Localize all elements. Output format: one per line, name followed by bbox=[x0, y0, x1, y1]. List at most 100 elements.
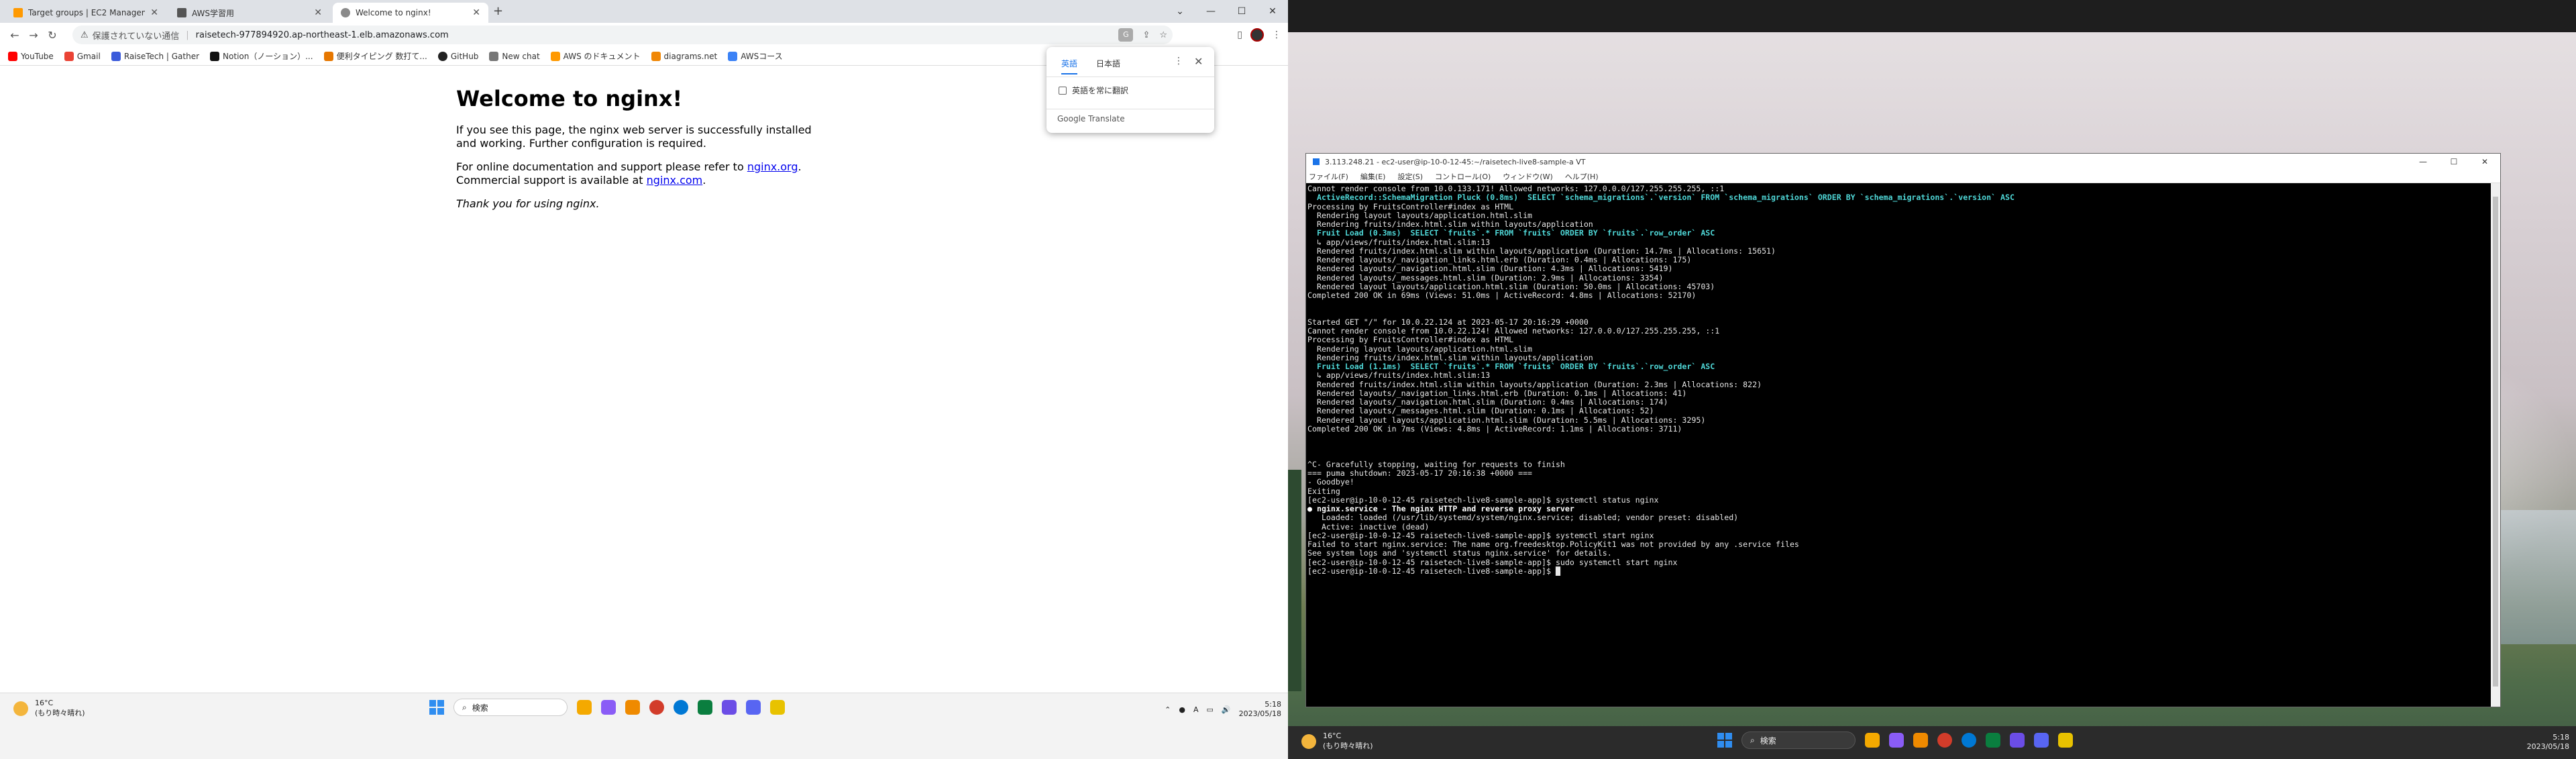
discord-icon[interactable] bbox=[746, 700, 761, 715]
menu-setup[interactable]: 設定(S) bbox=[1397, 171, 1423, 182]
menu-edit[interactable]: 編集(E) bbox=[1360, 171, 1386, 182]
edge-icon[interactable] bbox=[1962, 733, 1976, 748]
teams-icon[interactable] bbox=[1889, 733, 1904, 748]
bookmark-aws-docs[interactable]: AWS のドキュメント bbox=[550, 50, 641, 62]
url-text[interactable]: raisetech-977894920.ap-northeast-1.elb.a… bbox=[196, 30, 449, 40]
file-explorer-icon[interactable] bbox=[1865, 733, 1880, 748]
tab-english[interactable]: 英語 bbox=[1061, 58, 1078, 74]
terminal-line: [ec2-user@ip-10-0-12-45 raisetech-live8-… bbox=[1307, 495, 1659, 505]
app-terminal-icon[interactable] bbox=[722, 700, 737, 715]
tab-search-chevron-icon[interactable]: ⌄ bbox=[1165, 6, 1195, 17]
taskbar-search[interactable]: ⌕ 検索 bbox=[453, 699, 568, 716]
menu-help[interactable]: ヘルプ(H) bbox=[1565, 171, 1599, 182]
volume-icon[interactable]: 🔊 bbox=[1222, 705, 1231, 714]
weather-temp: 16°C bbox=[1323, 731, 1342, 740]
terminal-scrollbar[interactable] bbox=[2491, 183, 2500, 707]
teams-icon[interactable] bbox=[601, 700, 616, 715]
terminal-line: === puma shutdown: 2023-05-17 20:16:38 +… bbox=[1307, 468, 1533, 478]
new-tab-button[interactable]: + bbox=[493, 4, 503, 18]
maximize-button[interactable]: ☐ bbox=[2438, 154, 2469, 170]
terminal-line: Processing by FruitsController#index as … bbox=[1307, 335, 1514, 345]
bookmark-aws-course[interactable]: AWSコース bbox=[728, 50, 783, 62]
tab-title: AWS学習用 bbox=[192, 8, 235, 18]
checkbox-icon[interactable] bbox=[1059, 86, 1067, 95]
chrome-icon[interactable] bbox=[649, 700, 664, 715]
back-button[interactable]: ← bbox=[5, 29, 24, 42]
nginx-org-link[interactable]: nginx.org bbox=[747, 160, 798, 173]
close-icon[interactable]: ✕ bbox=[314, 7, 322, 18]
windows-start-icon[interactable] bbox=[1717, 733, 1732, 748]
chrome-icon[interactable] bbox=[1937, 733, 1952, 748]
terminal-line: [ec2-user@ip-10-0-12-45 raisetech-live8-… bbox=[1307, 566, 1560, 576]
warning-icon[interactable]: ⚠ bbox=[80, 30, 89, 40]
bookmark-typing[interactable]: 便利タイピング 数打て... bbox=[323, 50, 427, 62]
discord-icon[interactable] bbox=[2034, 733, 2049, 748]
bookmark-raisetech-gather[interactable]: RaiseTech | Gather bbox=[111, 51, 199, 61]
share-icon[interactable]: ⇪ bbox=[1142, 30, 1150, 40]
terminal-titlebar[interactable]: 3.113.248.21 - ec2-user@ip-10-0-12-45:~/… bbox=[1306, 154, 2500, 170]
menu-control[interactable]: コントロール(O) bbox=[1435, 171, 1491, 182]
excel-icon[interactable] bbox=[698, 700, 712, 715]
bookmark-gmail[interactable]: Gmail bbox=[64, 51, 101, 61]
bookmark-notion[interactable]: Notion（ノーション）... bbox=[210, 50, 313, 62]
minimize-button[interactable]: — bbox=[1195, 6, 1226, 17]
maximize-button[interactable]: ☐ bbox=[1226, 6, 1257, 17]
terminal-window[interactable]: 3.113.248.21 - ec2-user@ip-10-0-12-45:~/… bbox=[1305, 153, 2501, 707]
page-content: Welcome to nginx! If you see this page, … bbox=[0, 66, 1288, 693]
close-icon[interactable]: ✕ bbox=[150, 7, 158, 18]
scrollbar-thumb[interactable] bbox=[2493, 197, 2498, 687]
tray-app-icon[interactable]: ● bbox=[1179, 705, 1185, 714]
app-orange-icon[interactable] bbox=[1913, 733, 1928, 748]
tab-japanese[interactable]: 日本語 bbox=[1096, 58, 1120, 74]
avatar[interactable] bbox=[1250, 28, 1264, 42]
nginx-com-link[interactable]: nginx.com bbox=[647, 174, 703, 187]
bookmark-star-icon[interactable]: ☆ bbox=[1159, 30, 1167, 40]
window-controls: ⌄ — ☐ ✕ bbox=[1165, 0, 1288, 23]
weather-widget[interactable]: 16°C (もり時々晴れ) bbox=[1301, 731, 1373, 751]
tab-welcome-nginx[interactable]: Welcome to nginx! ✕ bbox=[333, 3, 488, 23]
weather-widget[interactable]: 16°C (もり時々晴れ) bbox=[13, 699, 85, 718]
translate-icon[interactable]: G bbox=[1118, 28, 1134, 42]
tab-aws-study[interactable]: AWS学習用 ✕ bbox=[169, 3, 330, 23]
always-translate-checkbox[interactable]: 英語を常に翻訳 bbox=[1059, 85, 1128, 96]
side-panel-icon[interactable]: ▯ bbox=[1237, 30, 1242, 40]
taskbar-search[interactable]: ⌕ 検索 bbox=[1741, 731, 1856, 749]
forward-button[interactable]: → bbox=[24, 29, 43, 42]
terminal-line: Rendered layouts/_messages.html.slim (Du… bbox=[1307, 406, 1654, 416]
close-icon[interactable]: ✕ bbox=[1194, 55, 1203, 68]
bookmark-youtube[interactable]: YouTube bbox=[8, 51, 54, 61]
bookmark-label: Notion（ノーション）... bbox=[223, 52, 313, 61]
menu-file[interactable]: ファイル(F) bbox=[1309, 171, 1348, 182]
bookmark-diagrams[interactable]: diagrams.net bbox=[651, 51, 717, 61]
close-icon[interactable]: ✕ bbox=[472, 7, 480, 18]
chevron-up-icon[interactable]: ⌃ bbox=[1165, 705, 1171, 714]
app-yellow-icon[interactable] bbox=[2058, 733, 2073, 748]
close-window-button[interactable]: ✕ bbox=[2469, 154, 2500, 170]
edge-icon[interactable] bbox=[674, 700, 688, 715]
github-icon bbox=[437, 51, 447, 61]
minimize-button[interactable]: — bbox=[2408, 154, 2438, 170]
menu-kebab-icon[interactable]: ⋮ bbox=[1272, 30, 1281, 40]
clock[interactable]: 5:18 2023/05/18 bbox=[2527, 733, 2569, 752]
address-bar[interactable]: ⚠ 保護されていない通信 | raisetech-977894920.ap-no… bbox=[72, 26, 1173, 44]
tab-target-groups[interactable]: Target groups | EC2 Managemen ✕ bbox=[5, 3, 166, 23]
reload-button[interactable]: ↻ bbox=[43, 29, 62, 42]
more-options-icon[interactable]: ⋮ bbox=[1174, 56, 1183, 66]
bookmark-label: GitHub bbox=[450, 51, 479, 61]
clock[interactable]: 5:18 2023/05/18 bbox=[1239, 700, 1281, 719]
terminal-output[interactable]: Cannot render console from 10.0.133.171!… bbox=[1306, 183, 2491, 707]
app-orange-icon[interactable] bbox=[625, 700, 640, 715]
menu-window[interactable]: ウィンドウ(W) bbox=[1503, 171, 1552, 182]
bookmark-new-chat[interactable]: New chat bbox=[489, 51, 540, 61]
app-terminal-icon[interactable] bbox=[2010, 733, 2025, 748]
close-window-button[interactable]: ✕ bbox=[1257, 6, 1288, 17]
language-icon[interactable]: A bbox=[1193, 705, 1199, 714]
security-label[interactable]: 保護されていない通信 bbox=[93, 29, 180, 42]
file-explorer-icon[interactable] bbox=[577, 700, 592, 715]
app-yellow-icon[interactable] bbox=[770, 700, 785, 715]
bookmark-label: Gmail bbox=[76, 51, 101, 61]
windows-start-icon[interactable] bbox=[429, 700, 444, 715]
network-icon[interactable]: ▭ bbox=[1206, 705, 1213, 714]
excel-icon[interactable] bbox=[1986, 733, 2000, 748]
bookmark-github[interactable]: GitHub bbox=[437, 51, 479, 61]
